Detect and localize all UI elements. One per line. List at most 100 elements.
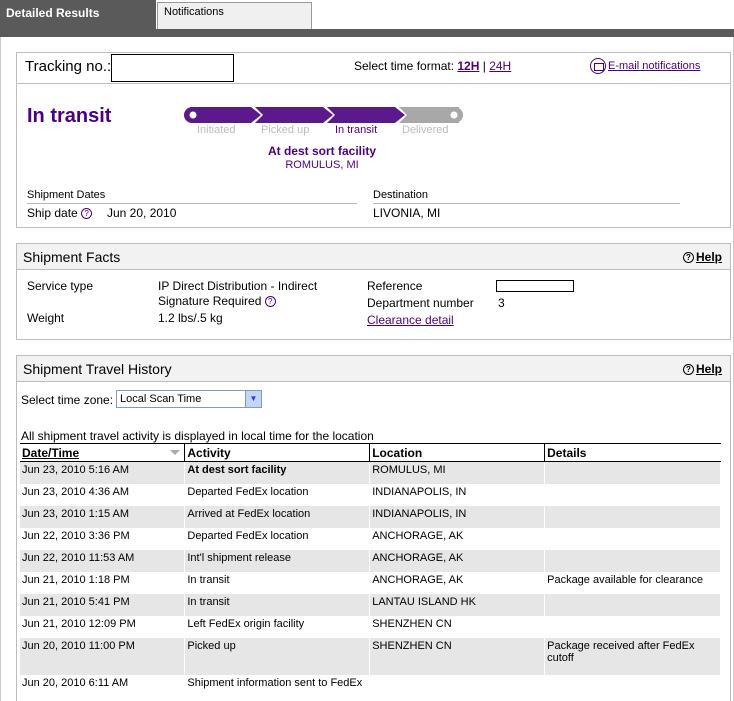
table-row: Jun 20, 2010 6:11 AM Shipment information… xyxy=(20,674,721,697)
shipment-status: In transit xyxy=(27,105,112,127)
clearance-detail-link[interactable]: Clearance detail xyxy=(367,313,454,327)
signature-value: Signature Required ? xyxy=(158,294,276,308)
cell-date-time: Jun 23, 2010 1:15 AM xyxy=(20,505,186,528)
time-zone-select[interactable]: Local Scan Time ▼ xyxy=(116,390,262,408)
help-question-icon: ? xyxy=(682,364,694,376)
cell-activity: In transit xyxy=(184,593,371,616)
cell-date-time: Jun 22, 2010 3:36 PM xyxy=(20,527,186,550)
cell-location: ANCHORAGE, AK xyxy=(369,549,546,572)
latest-scan-location: ROMULUS, MI xyxy=(285,159,359,171)
reference-field xyxy=(496,280,574,292)
cell-details xyxy=(544,461,721,484)
weight-label: Weight xyxy=(27,311,65,325)
tracking-number-field[interactable] xyxy=(111,54,234,82)
sort-arrow-icon[interactable] xyxy=(170,450,181,455)
table-header-row: Date/Time Activity Location Details xyxy=(20,443,721,462)
progress-stage-picked-up xyxy=(255,107,333,123)
time-format-24h-link[interactable]: 24H xyxy=(489,59,511,73)
stage-label-picked-up: Picked up xyxy=(261,124,310,136)
table-row: Jun 23, 2010 4:36 AM Departed FedEx locat… xyxy=(20,483,721,506)
panel-title: Shipment Facts xyxy=(23,249,121,265)
column-header-date-time[interactable]: Date/Time xyxy=(20,443,186,462)
chevron-down-icon[interactable]: ▼ xyxy=(245,391,261,407)
cell-date-time: Jun 22, 2010 11:53 AM xyxy=(20,549,186,572)
cell-activity: At dest sort facility xyxy=(184,461,371,484)
tab-bar: Detailed Results Notifications xyxy=(0,0,734,37)
column-header-location: Location xyxy=(369,443,546,462)
service-type-value: IP Direct Distribution - Indirect xyxy=(158,279,318,293)
tracking-label: Tracking no.: xyxy=(25,58,112,75)
time-format-selector: Select time format: 12H | 24H xyxy=(354,59,511,73)
destination-header: Destination xyxy=(373,189,429,201)
shipment-facts-panel: Shipment Facts ? Help Service type IP Dir… xyxy=(16,243,731,340)
divider xyxy=(27,203,357,204)
table-row: Jun 22, 2010 11:53 AM Int'l shipment rele… xyxy=(20,549,721,572)
time-zone-note: All shipment travel activity is displaye… xyxy=(21,429,374,443)
progress-stage-in-transit xyxy=(327,107,405,123)
cell-location: SHENZHEN CN xyxy=(369,637,546,675)
cell-details xyxy=(544,527,721,550)
progress-stage-labels: Initiated Picked up In transit Delivered xyxy=(183,124,463,138)
help-question-icon[interactable]: ? xyxy=(81,208,93,220)
cell-location: LANTAU ISLAND HK xyxy=(369,593,546,616)
progress-bar xyxy=(184,107,463,123)
divider xyxy=(17,83,730,84)
time-format-separator: | xyxy=(482,59,486,73)
column-header-details: Details xyxy=(544,443,721,462)
cell-location: ANCHORAGE, AK xyxy=(369,571,546,594)
ship-date-label-text: Ship date xyxy=(27,206,78,220)
destination-value: LIVONIA, MI xyxy=(373,206,441,220)
stage-label-in-transit: In transit xyxy=(335,124,378,136)
table-row: Jun 23, 2010 5:16 AM At dest sort facilit… xyxy=(20,461,721,484)
tab-underline xyxy=(0,29,734,37)
cell-activity: Shipment information sent to FedEx xyxy=(184,674,371,697)
panel-header: Shipment Facts ? Help xyxy=(17,244,730,270)
cell-date-time: Jun 20, 2010 6:11 AM xyxy=(20,674,186,697)
envelope-icon xyxy=(590,58,606,74)
table-row: Jun 21, 2010 5:41 PM In transit LANTAU ISL… xyxy=(20,593,721,616)
column-header-activity: Activity xyxy=(184,443,371,462)
email-notifications[interactable]: E-mail notifications xyxy=(590,58,700,74)
cell-activity: Departed FedEx location xyxy=(184,527,371,550)
cell-date-time: Jun 21, 2010 12:09 PM xyxy=(20,615,186,638)
cell-date-time: Jun 23, 2010 5:16 AM xyxy=(20,461,186,484)
tab-detailed-results[interactable]: Detailed Results xyxy=(0,0,156,30)
ship-date-label: Ship date ? xyxy=(27,206,93,220)
cell-details xyxy=(544,593,721,616)
cell-details xyxy=(544,674,721,697)
weight-value: 1.2 lbs/.5 kg xyxy=(158,311,223,325)
cell-date-time: Jun 20, 2010 11:00 PM xyxy=(20,637,186,675)
time-zone-label: Select time zone: xyxy=(21,393,114,407)
table-row: Jun 20, 2010 11:00 PM Picked up SHENZHEN C… xyxy=(20,637,721,675)
panel-title: Shipment Travel History xyxy=(23,361,172,377)
column-header-label: Date/Time xyxy=(22,445,80,460)
tab-notifications[interactable]: Notifications xyxy=(157,2,312,30)
help-link[interactable]: ? Help xyxy=(682,250,722,264)
help-link[interactable]: ? Help xyxy=(682,362,722,376)
tracking-summary-panel: Tracking no.: Select time format: 12H | … xyxy=(16,52,731,228)
table-row: Jun 23, 2010 1:15 AM Arrived at FedEx loc… xyxy=(20,505,721,528)
department-value: 3 xyxy=(498,296,505,310)
cell-activity: Int'l shipment release xyxy=(184,549,371,572)
cell-location: ANCHORAGE, AK xyxy=(369,527,546,550)
reference-label: Reference xyxy=(367,279,423,293)
progress-start-dot xyxy=(189,111,197,119)
cell-details xyxy=(544,483,721,506)
cell-activity: Picked up xyxy=(184,637,371,675)
help-link-text[interactable]: Help xyxy=(696,362,722,376)
cell-date-time: Jun 23, 2010 4:36 AM xyxy=(20,483,186,506)
progress-stage-initiated xyxy=(191,107,261,123)
cell-location: INDIANAPOLIS, IN xyxy=(369,483,546,506)
travel-history-table: Date/Time Activity Location Details Jun … xyxy=(20,443,721,697)
cell-date-time: Jun 21, 2010 1:18 PM xyxy=(20,571,186,594)
help-question-icon[interactable]: ? xyxy=(264,296,276,308)
cell-location xyxy=(369,674,546,697)
time-format-12h-link[interactable]: 12H xyxy=(457,59,479,73)
cell-details: Package received after FedEx cutoff xyxy=(544,637,721,675)
email-notifications-link[interactable]: E-mail notifications xyxy=(608,60,700,72)
shipment-dates-header: Shipment Dates xyxy=(27,189,106,201)
divider xyxy=(373,203,680,204)
panel-header: Shipment Travel History ? Help xyxy=(17,356,730,382)
help-link-text[interactable]: Help xyxy=(696,250,722,264)
cell-date-time: Jun 21, 2010 5:41 PM xyxy=(20,593,186,616)
